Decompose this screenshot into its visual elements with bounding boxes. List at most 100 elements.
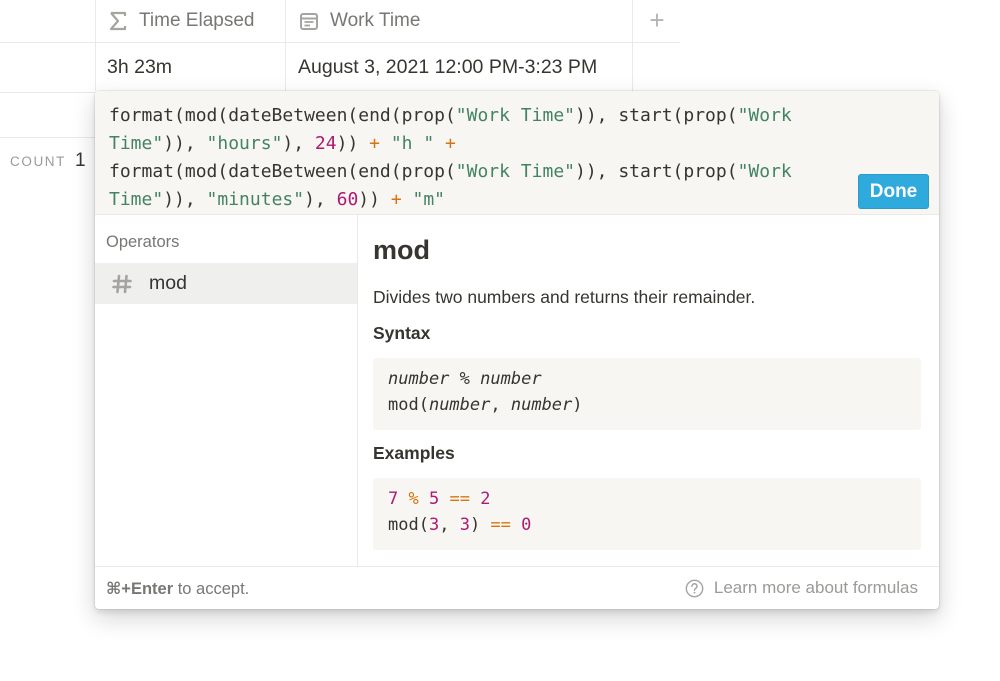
formula-input[interactable]: format(mod(dateBetween(end(prop("Work Ti… — [109, 102, 839, 214]
code-token: 5 — [429, 489, 440, 509]
syntax-line: mod(number, number) — [388, 392, 906, 418]
function-title: mod — [373, 235, 430, 265]
code-token: Time" — [109, 189, 164, 210]
code-token: 3 — [459, 515, 470, 535]
accept-hint: ⌘+Enter to accept. — [106, 579, 249, 599]
example-line: mod(3, 3) == 0 — [388, 512, 906, 538]
code-token: 24 — [314, 133, 337, 154]
code-token: % — [408, 489, 419, 509]
sigma-icon — [107, 10, 129, 32]
formula-input-area[interactable]: format(mod(dateBetween(end(prop("Work Ti… — [95, 91, 939, 215]
syntax-line: number % number — [388, 366, 906, 392]
code-token: == — [449, 489, 470, 509]
code-token: number — [388, 369, 450, 389]
code-token: format(mod(dateBetween(end(prop( — [109, 105, 456, 126]
code-token: "m" — [412, 189, 446, 210]
syntax-code-block: number % number mod(number, number) — [373, 358, 921, 430]
row-divider — [0, 92, 95, 93]
column-divider — [95, 0, 96, 91]
code-token: == — [490, 515, 511, 535]
code-token: "Work Time" — [455, 161, 575, 182]
code-token: + — [369, 133, 380, 154]
code-token: , — [490, 395, 511, 415]
code-token: 0 — [521, 515, 532, 535]
learn-more-label: Learn more about formulas — [713, 578, 918, 597]
code-token: mod( — [388, 395, 429, 415]
accept-shortcut: ⌘+Enter — [106, 580, 174, 598]
code-token: ), — [282, 133, 315, 154]
code-token: 2 — [480, 489, 491, 509]
learn-more-link[interactable]: Learn more about formulas — [685, 578, 918, 598]
code-token: % — [449, 369, 481, 389]
example-line: 7 % 5 == 2 — [388, 486, 906, 512]
syntax-heading: Syntax — [373, 323, 431, 343]
code-token: ) — [469, 515, 491, 535]
code-token: number — [510, 395, 573, 415]
code-token: )), start(prop( — [575, 105, 738, 126]
sidebar-item-mod[interactable]: mod — [95, 263, 357, 304]
examples-code-block: 7 % 5 == 2 mod(3, 3) == 0 — [373, 478, 921, 550]
code-token: )) — [358, 189, 391, 210]
code-token: "Work Time" — [455, 105, 575, 126]
question-circle-icon — [685, 579, 704, 597]
code-token: 60 — [336, 189, 359, 210]
formula-editor-popup: format(mod(dateBetween(end(prop("Work Ti… — [95, 91, 939, 609]
code-token: "minutes" — [206, 189, 305, 210]
code-token: 7 — [388, 489, 399, 509]
code-token: 3 — [428, 515, 440, 535]
function-sidebar: Operators mod — [95, 215, 358, 566]
function-description: Divides two numbers and returns their re… — [373, 287, 756, 307]
code-token: "h " — [390, 133, 435, 154]
code-token: ) — [572, 395, 583, 415]
column-header-label: Work Time — [330, 10, 421, 31]
code-token: + — [390, 189, 402, 210]
operators-heading: Operators — [106, 233, 180, 251]
code-token: format(mod(dateBetween(end(prop( — [109, 161, 456, 182]
code-token: + — [445, 133, 456, 154]
hash-icon — [111, 273, 133, 295]
sidebar-item-label: mod — [149, 272, 187, 294]
popup-footer: ⌘+Enter to accept. Learn more about form… — [95, 566, 939, 609]
accept-hint-text: to accept. — [173, 580, 250, 598]
code-token: Time" — [109, 133, 164, 154]
code-token: )) — [336, 133, 370, 154]
column-header-work-time[interactable]: Work Time — [298, 0, 420, 42]
calendar-icon — [298, 10, 320, 32]
add-column-button[interactable]: + — [646, 6, 668, 34]
code-token: ), — [304, 189, 337, 210]
column-divider — [632, 0, 633, 91]
header-divider — [0, 42, 680, 43]
code-token: "Work — [737, 105, 792, 126]
column-header-time-elapsed[interactable]: Time Elapsed — [107, 0, 254, 42]
code-token: mod( — [388, 515, 429, 535]
code-token: number — [428, 395, 491, 415]
time-elapsed-cell[interactable]: 3h 23m — [107, 44, 172, 90]
code-token: number — [480, 369, 542, 389]
column-header-label: Time Elapsed — [139, 10, 255, 31]
examples-heading: Examples — [373, 443, 455, 463]
code-token: , — [439, 515, 460, 535]
code-token: )), — [163, 133, 207, 154]
done-button[interactable]: Done — [858, 174, 929, 209]
column-divider — [285, 0, 286, 91]
row-divider — [0, 137, 95, 138]
count-value: 1 — [75, 150, 86, 171]
code-token: )), start(prop( — [575, 161, 738, 182]
code-token: "hours" — [206, 133, 283, 154]
count-label: COUNT — [10, 154, 66, 169]
code-token: )), — [163, 189, 207, 210]
code-token: "Work — [737, 161, 792, 182]
formula-line: Time")), "minutes"), 60)) + "m" — [109, 186, 839, 214]
work-time-cell[interactable]: August 3, 2021 12:00 PM-3:23 PM — [298, 44, 597, 90]
count-summary[interactable]: COUNT 1 — [10, 150, 86, 172]
formula-line: format(mod(dateBetween(end(prop("Work Ti… — [109, 102, 839, 130]
formula-line: Time")), "hours"), 24)) + "h " + — [109, 130, 839, 158]
